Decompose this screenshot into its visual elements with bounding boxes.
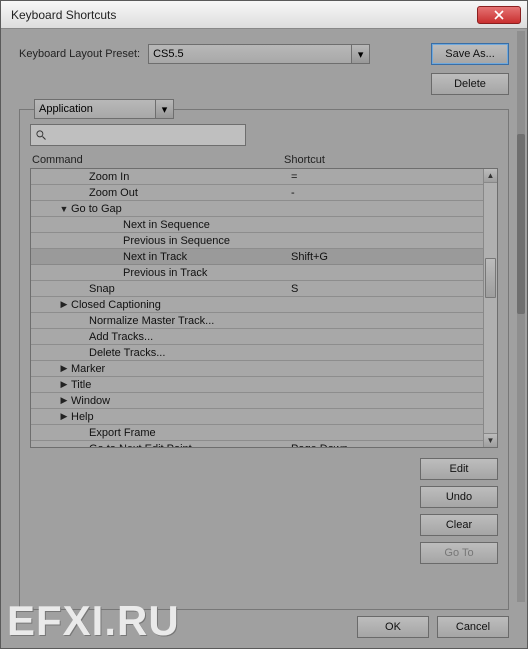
table-row[interactable]: ▶Title <box>31 377 483 393</box>
command-cell: Zoom In <box>89 171 289 183</box>
shortcut-cell: S <box>289 283 483 295</box>
dialog-footer: OK Cancel <box>19 610 509 638</box>
chevron-down-icon: ▾ <box>351 45 369 63</box>
delete-button[interactable]: Delete <box>431 73 509 95</box>
scroll-track[interactable] <box>484 183 497 433</box>
window-scroll-thumb[interactable] <box>517 134 525 314</box>
shortcut-cell: = <box>289 171 483 183</box>
command-cell: Delete Tracks... <box>89 347 289 359</box>
table-row[interactable]: Zoom Out- <box>31 185 483 201</box>
ok-button[interactable]: OK <box>357 616 429 638</box>
command-cell: Go to Next Edit Point <box>89 443 289 448</box>
table-row[interactable]: Export Frame <box>31 425 483 441</box>
preset-select[interactable]: CS5.5 ▾ <box>148 44 370 64</box>
table-row[interactable]: Add Tracks... <box>31 329 483 345</box>
goto-button[interactable]: Go To <box>420 542 498 564</box>
shortcut-table: Zoom In=Zoom Out-▼Go to GapNext in Seque… <box>30 168 498 448</box>
command-cell: Normalize Master Track... <box>89 315 289 327</box>
action-column: Edit Undo Clear Go To <box>30 458 498 564</box>
chevron-down-icon: ▾ <box>155 100 173 118</box>
scroll-down-button[interactable]: ▼ <box>484 433 497 447</box>
table-row[interactable]: Previous in Sequence <box>31 233 483 249</box>
expand-closed-icon[interactable]: ▶ <box>57 299 71 310</box>
preset-value: CS5.5 <box>153 48 184 60</box>
close-button[interactable] <box>477 6 521 24</box>
window-title: Keyboard Shortcuts <box>11 8 477 22</box>
command-cell: Snap <box>89 283 289 295</box>
command-cell: Closed Captioning <box>71 299 289 311</box>
header-command: Command <box>32 154 284 166</box>
table-row[interactable]: Previous in Track <box>31 265 483 281</box>
expand-closed-icon[interactable]: ▶ <box>57 379 71 390</box>
scroll-up-button[interactable]: ▲ <box>484 169 497 183</box>
command-cell: Add Tracks... <box>89 331 289 343</box>
command-cell: Title <box>71 379 289 391</box>
cancel-button[interactable]: Cancel <box>437 616 509 638</box>
command-cell: Help <box>71 411 289 423</box>
command-cell: Previous in Track <box>123 267 289 279</box>
dialog-window: Keyboard Shortcuts Keyboard Layout Prese… <box>0 0 528 649</box>
header-shortcut: Shortcut <box>284 154 484 166</box>
table-row[interactable]: ▶Marker <box>31 361 483 377</box>
table-row[interactable]: Delete Tracks... <box>31 345 483 361</box>
scope-value: Application <box>39 103 93 115</box>
preset-label: Keyboard Layout Preset: <box>19 48 140 60</box>
table-row[interactable]: ▼Go to Gap <box>31 201 483 217</box>
table-row[interactable]: Zoom In= <box>31 169 483 185</box>
table-row[interactable]: ▶Closed Captioning <box>31 297 483 313</box>
command-cell: Zoom Out <box>89 187 289 199</box>
vertical-scrollbar[interactable]: ▲ ▼ <box>483 169 497 447</box>
shortcut-cell: Shift+G <box>289 251 483 263</box>
shortcut-cell: - <box>289 187 483 199</box>
table-row[interactable]: Next in Sequence <box>31 217 483 233</box>
search-icon <box>35 129 47 141</box>
window-scrollbar[interactable] <box>517 31 525 602</box>
clear-button[interactable]: Clear <box>420 514 498 536</box>
table-row[interactable]: Go to Next Edit PointPage Down <box>31 441 483 447</box>
table-row[interactable]: SnapS <box>31 281 483 297</box>
expand-closed-icon[interactable]: ▶ <box>57 411 71 422</box>
command-cell: Window <box>71 395 289 407</box>
table-row[interactable]: ▶Help <box>31 409 483 425</box>
command-cell: Export Frame <box>89 427 289 439</box>
expand-open-icon[interactable]: ▼ <box>57 204 71 214</box>
preset-row: Keyboard Layout Preset: CS5.5 ▾ Save As.… <box>19 43 509 65</box>
command-cell: Next in Track <box>123 251 289 263</box>
scope-select[interactable]: Application ▾ <box>34 99 174 119</box>
scroll-thumb[interactable] <box>485 258 496 298</box>
table-body: Zoom In=Zoom Out-▼Go to GapNext in Seque… <box>31 169 483 447</box>
command-cell: Go to Gap <box>71 203 289 215</box>
table-row[interactable]: ▶Window <box>31 393 483 409</box>
close-icon <box>494 10 504 20</box>
expand-closed-icon[interactable]: ▶ <box>57 395 71 406</box>
command-cell: Previous in Sequence <box>123 235 289 247</box>
titlebar: Keyboard Shortcuts <box>1 1 527 29</box>
table-row[interactable]: Normalize Master Track... <box>31 313 483 329</box>
dialog-body: Keyboard Layout Preset: CS5.5 ▾ Save As.… <box>1 29 527 648</box>
undo-button[interactable]: Undo <box>420 486 498 508</box>
shortcuts-frame: Application ▾ Command Shortcut Zoom In=Z… <box>19 109 509 610</box>
save-as-button[interactable]: Save As... <box>431 43 509 65</box>
table-row[interactable]: Next in TrackShift+G <box>31 249 483 265</box>
shortcut-cell: Page Down <box>289 443 483 448</box>
expand-closed-icon[interactable]: ▶ <box>57 363 71 374</box>
edit-button[interactable]: Edit <box>420 458 498 480</box>
command-cell: Next in Sequence <box>123 219 289 231</box>
command-cell: Marker <box>71 363 289 375</box>
table-headers: Command Shortcut <box>30 154 498 166</box>
search-input[interactable] <box>30 124 246 146</box>
